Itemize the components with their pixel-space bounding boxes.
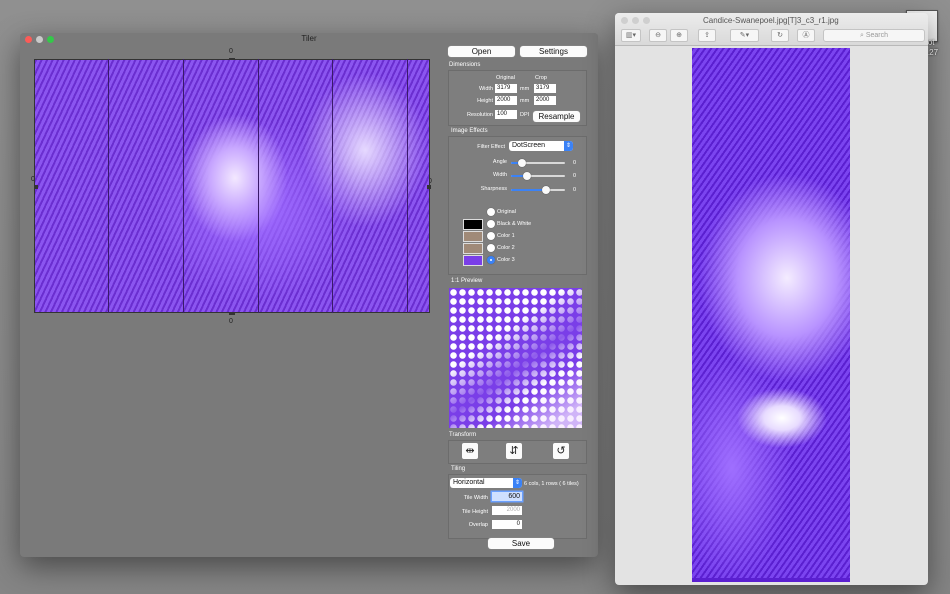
resolution-label: Resolution: [467, 112, 493, 118]
rotate-icon[interactable]: ↺: [553, 443, 569, 459]
tile-image-edge: [692, 578, 850, 582]
angle-slider-knob[interactable]: [517, 159, 526, 167]
color-option-label: Original: [497, 209, 516, 215]
chevron-updown-icon: ⇕: [564, 141, 573, 151]
settings-button[interactable]: Settings: [520, 46, 587, 57]
color-option-radio[interactable]: [487, 244, 495, 252]
color-swatch[interactable]: [463, 255, 483, 266]
height-crop-field[interactable]: 2000: [534, 96, 556, 105]
overlap-label: Overlap: [468, 522, 488, 528]
share-icon[interactable]: ⇪: [698, 29, 716, 42]
color-swatch[interactable]: [463, 243, 483, 254]
ruler-top-value: 0: [229, 48, 233, 55]
height-unit: mm: [520, 98, 530, 104]
tile-divider: [258, 59, 259, 313]
width-effect-label: Width: [492, 172, 507, 178]
preview-window: Candice-Swanepoel.jpg[T]3_c3_r1.jpg ▥▾ ⊖…: [615, 13, 928, 585]
width-label: Width: [478, 86, 493, 92]
ruler-bottom-value: 0: [229, 318, 233, 325]
original-col-label: Original: [496, 75, 515, 81]
zoom-window-button[interactable]: [643, 17, 650, 24]
color-option-label: Color 3: [497, 257, 515, 263]
minimize-window-button[interactable]: [632, 17, 639, 24]
sharpness-value: 0: [573, 187, 577, 193]
preview-title: 1:1 Preview: [451, 278, 483, 284]
tiler-window: Tiler 0 0 0 0 Open Settings Dimensions O…: [20, 33, 598, 557]
color-option-label: Color 2: [497, 245, 515, 251]
save-button[interactable]: Save: [488, 538, 554, 549]
tile-divider: [332, 59, 333, 313]
tiling-summary: 6 cols, 1 rows ( 6 tiles): [524, 481, 579, 487]
zoom-out-icon[interactable]: ⊖: [649, 29, 667, 42]
tile-divider: [183, 59, 184, 313]
left-crop-handle[interactable]: [34, 185, 38, 189]
width-effect-value: 0: [573, 173, 577, 179]
tile-divider: [108, 59, 109, 313]
color-option-label: Color 1: [497, 233, 515, 239]
angle-label: Angle: [492, 159, 507, 165]
image-effects-title: Image Effects: [451, 128, 488, 134]
width-unit: mm: [520, 86, 530, 92]
resolution-field[interactable]: 100: [495, 110, 517, 119]
sidebar-toggle-icon[interactable]: ▥▾: [621, 29, 641, 42]
chevron-updown-icon: ⇕: [513, 478, 522, 488]
tile-height-label: Tile Height: [461, 509, 488, 515]
flip-vertical-icon[interactable]: ⇵: [506, 443, 522, 459]
search-icon: ⌕: [859, 32, 864, 39]
sharpness-slider[interactable]: [511, 186, 565, 194]
resample-button[interactable]: Resample: [533, 111, 580, 122]
tiling-title: Tiling: [451, 466, 466, 472]
overlap-field[interactable]: 0: [492, 520, 522, 529]
search-placeholder: Search: [865, 32, 889, 39]
tile-image: [692, 48, 850, 582]
tiling-mode-select[interactable]: Horizontal ⇕: [450, 478, 522, 488]
search-input[interactable]: ⌕ Search: [823, 29, 925, 42]
annotate-icon[interactable]: Ⓐ: [797, 29, 815, 42]
angle-slider[interactable]: [511, 159, 565, 167]
width-crop-field[interactable]: 3179: [534, 84, 556, 93]
color-swatch[interactable]: [463, 231, 483, 242]
color-option-radio[interactable]: [487, 208, 495, 216]
color-swatch[interactable]: [463, 219, 483, 230]
tiling-mode-value: Horizontal: [453, 479, 485, 486]
zoom-in-icon[interactable]: ⊕: [670, 29, 688, 42]
transform-title: Transform: [449, 432, 477, 438]
flip-horizontal-icon[interactable]: ⇹: [462, 443, 478, 459]
resolution-unit: DPI: [520, 112, 530, 118]
filter-effect-value: DotScreen: [512, 142, 546, 149]
open-button[interactable]: Open: [448, 46, 515, 57]
width-slider[interactable]: [511, 172, 565, 180]
right-crop-handle[interactable]: [427, 185, 431, 189]
sharpness-label: Sharpness: [480, 186, 507, 192]
tile-canvas[interactable]: [34, 59, 430, 313]
rotate-icon[interactable]: ↻: [771, 29, 789, 42]
width-original-field[interactable]: 3179: [495, 84, 517, 93]
height-original-field[interactable]: 2000: [495, 96, 517, 105]
preview-window-title: Candice-Swanepoel.jpg[T]3_c3_r1.jpg: [703, 16, 839, 25]
preview-titlebar: Candice-Swanepoel.jpg[T]3_c3_r1.jpg ▥▾ ⊖…: [615, 13, 928, 46]
height-label: Height: [477, 98, 493, 104]
filter-effect-label: Filter Effect: [477, 144, 505, 150]
color-option-label: Black & White: [497, 221, 532, 227]
bottom-crop-handle[interactable]: [229, 312, 235, 315]
tile-width-field[interactable]: 600: [492, 492, 522, 501]
crop-col-label: Crop: [535, 75, 547, 81]
color-option-radio[interactable]: [487, 220, 495, 228]
settings-panel: Open Settings Dimensions Original Crop W…: [447, 41, 587, 551]
angle-value: 0: [573, 160, 577, 166]
tile-height-field[interactable]: 2000: [492, 506, 522, 515]
markup-pen-icon[interactable]: ✎▾: [730, 29, 759, 42]
sharpness-slider-fill: [511, 189, 547, 191]
dimensions-title: Dimensions: [449, 62, 481, 68]
color-option-radio[interactable]: [487, 256, 495, 264]
close-window-button[interactable]: [621, 17, 628, 24]
source-image: [34, 59, 430, 313]
tile-width-label: Tile Width: [463, 495, 488, 501]
filter-effect-select[interactable]: DotScreen ⇕: [509, 141, 573, 151]
tile-divider: [407, 59, 408, 313]
color-option-radio[interactable]: [487, 232, 495, 240]
preview-shading: [449, 288, 582, 428]
